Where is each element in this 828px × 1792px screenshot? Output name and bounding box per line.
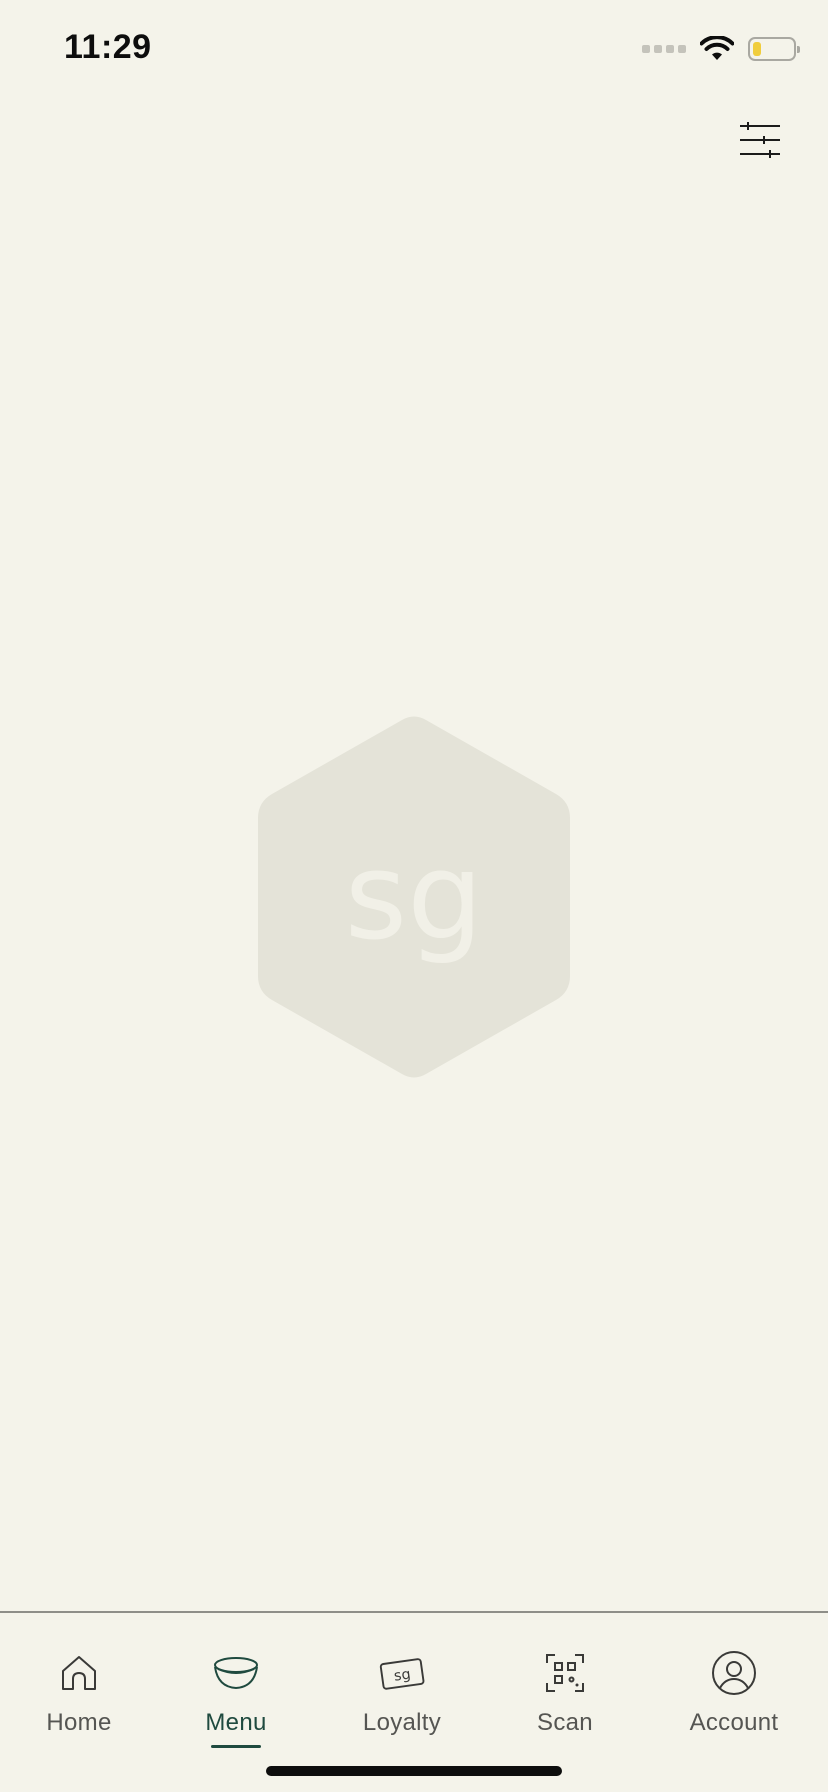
active-tab-indicator — [211, 1745, 261, 1748]
menu-screen: 11:29 sg Home Menu sg Loyalty Scan Accou… — [0, 0, 828, 1792]
tab-loyalty[interactable]: sg Loyalty — [352, 1649, 452, 1759]
cellular-signal-icon — [642, 45, 686, 53]
status-time: 11:29 — [64, 28, 152, 66]
battery-icon — [748, 37, 800, 61]
tab-bar: Home Menu sg Loyalty Scan Account — [0, 1611, 828, 1792]
status-icons — [642, 36, 800, 62]
tab-scan-label: Scan — [537, 1709, 593, 1736]
tab-loyalty-label: Loyalty — [362, 1709, 442, 1736]
loyalty-card-icon: sg — [378, 1649, 426, 1697]
wifi-icon — [700, 36, 734, 60]
tab-home-label: Home — [46, 1709, 112, 1736]
placeholder-logo: sg — [258, 716, 570, 1078]
account-icon — [710, 1649, 758, 1697]
tab-menu[interactable]: Menu — [196, 1649, 276, 1759]
tab-scan[interactable]: Scan — [525, 1649, 605, 1759]
tab-account[interactable]: Account — [684, 1649, 784, 1759]
tab-account-label: Account — [689, 1709, 779, 1736]
home-icon — [55, 1649, 103, 1697]
filter-button[interactable] — [738, 120, 782, 160]
home-indicator — [266, 1766, 562, 1776]
status-bar: 11:29 — [0, 0, 828, 100]
qr-scan-icon — [541, 1649, 589, 1697]
tab-home[interactable]: Home — [39, 1649, 119, 1759]
svg-text:sg: sg — [393, 1667, 412, 1685]
sliders-icon — [740, 122, 780, 158]
battery-level — [753, 42, 761, 56]
tab-menu-label: Menu — [205, 1709, 267, 1736]
placeholder-logo-text: sg — [345, 828, 484, 967]
bowl-icon — [212, 1649, 260, 1697]
